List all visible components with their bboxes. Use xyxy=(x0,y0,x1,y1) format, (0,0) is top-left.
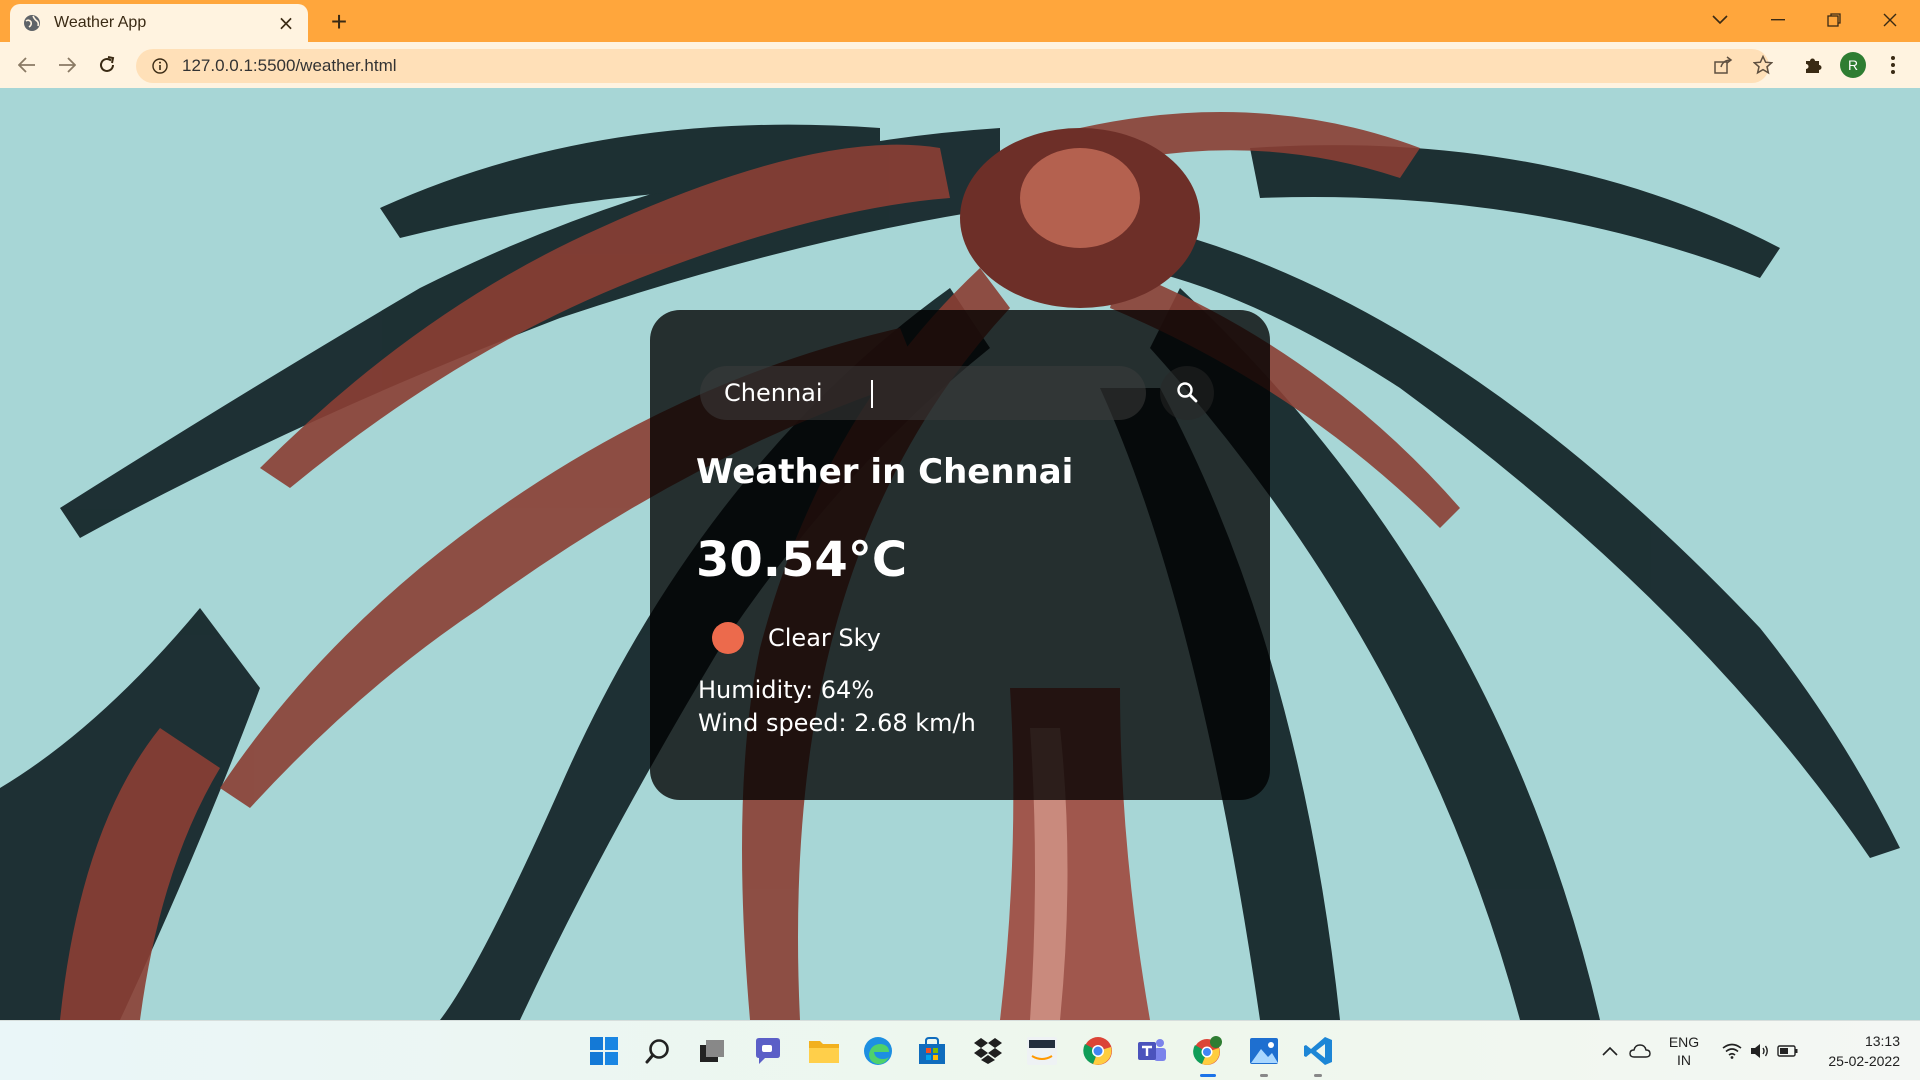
tab-search-chevron-icon[interactable] xyxy=(1692,0,1748,40)
forward-arrow-icon[interactable] xyxy=(50,48,84,82)
back-arrow-icon[interactable] xyxy=(10,48,44,82)
page-viewport: Weather in Chennai 30.54°C Clear Sky Hum… xyxy=(0,88,1920,1020)
weather-city-title: Weather in Chennai xyxy=(696,452,1074,492)
condition-row: Clear Sky xyxy=(712,622,881,654)
profile-avatar[interactable]: R xyxy=(1836,48,1870,82)
edge-icon[interactable] xyxy=(858,1031,898,1071)
search-bar xyxy=(700,366,1214,420)
share-icon[interactable] xyxy=(1706,48,1740,82)
wind-speed-text: Wind speed: 2.68 km/h xyxy=(698,709,976,737)
address-bar[interactable]: 127.0.0.1:5500/weather.html xyxy=(136,49,1769,83)
file-explorer-icon[interactable] xyxy=(804,1031,844,1071)
search-button[interactable] xyxy=(1160,366,1214,420)
battery-icon[interactable] xyxy=(1768,1031,1808,1071)
task-view-icon[interactable] xyxy=(692,1031,732,1071)
teams-chat-icon[interactable] xyxy=(748,1031,788,1071)
reload-icon[interactable] xyxy=(90,48,124,82)
weather-card: Weather in Chennai 30.54°C Clear Sky Hum… xyxy=(650,310,1270,800)
windows-taskbar: ENG IN 13:13 25-02-2022 xyxy=(0,1020,1920,1080)
input-language-indicator[interactable]: ENG IN xyxy=(1664,1033,1704,1069)
city-search-input[interactable] xyxy=(700,366,1146,420)
amazon-icon[interactable] xyxy=(1022,1031,1062,1071)
onedrive-cloud-icon[interactable] xyxy=(1620,1031,1660,1071)
condition-text: Clear Sky xyxy=(768,624,881,652)
sun-icon xyxy=(712,622,744,654)
extensions-puzzle-icon[interactable] xyxy=(1796,48,1830,82)
tab-close-icon[interactable]: × xyxy=(276,13,296,33)
photos-icon[interactable] xyxy=(1244,1031,1284,1077)
browser-toolbar: 127.0.0.1:5500/weather.html R xyxy=(0,42,1920,88)
search-icon xyxy=(1176,381,1198,406)
chrome-profile-icon[interactable] xyxy=(1188,1031,1228,1077)
teams-icon[interactable] xyxy=(1132,1031,1172,1071)
clock-time: 13:13 xyxy=(1864,1033,1900,1049)
globe-icon xyxy=(22,13,42,33)
active-app-indicator xyxy=(1200,1074,1216,1077)
running-app-indicator xyxy=(1260,1074,1268,1077)
start-icon[interactable] xyxy=(584,1031,624,1071)
window-close-icon[interactable] xyxy=(1862,0,1918,40)
system-clock[interactable]: 13:13 25-02-2022 xyxy=(1812,1031,1900,1071)
tab-title: Weather App xyxy=(54,14,147,31)
restore-icon[interactable] xyxy=(1806,0,1862,40)
running-app-indicator xyxy=(1314,1074,1322,1077)
search-icon[interactable] xyxy=(638,1031,678,1071)
vscode-icon[interactable] xyxy=(1298,1031,1338,1077)
minimize-icon[interactable] xyxy=(1750,0,1806,40)
dropbox-icon[interactable] xyxy=(968,1031,1008,1071)
humidity-text: Humidity: 64% xyxy=(698,676,875,704)
store-icon[interactable] xyxy=(912,1031,952,1071)
text-caret xyxy=(871,380,873,408)
tab-weather-app[interactable]: Weather App × xyxy=(10,4,308,42)
new-tab-button[interactable]: + xyxy=(323,6,355,38)
temperature-value: 30.54°C xyxy=(696,532,908,588)
site-info-icon[interactable] xyxy=(150,56,170,76)
url-text: 127.0.0.1:5500/weather.html xyxy=(182,56,397,75)
chrome-icon[interactable] xyxy=(1078,1031,1118,1071)
bookmark-star-icon[interactable] xyxy=(1746,48,1780,82)
browser-tab-strip: Weather App × + xyxy=(0,0,1920,42)
clock-date: 25-02-2022 xyxy=(1828,1053,1900,1069)
browser-menu-icon[interactable] xyxy=(1876,48,1910,82)
